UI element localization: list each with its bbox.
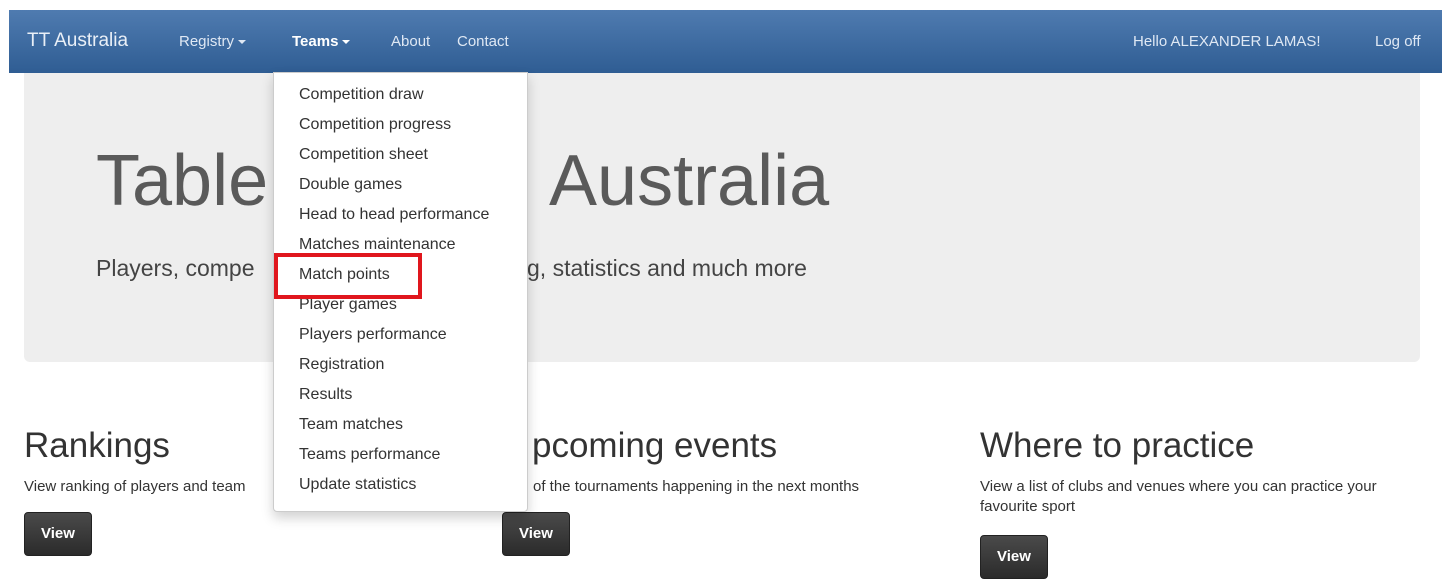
brand-link[interactable]: TT Australia xyxy=(27,9,128,72)
caret-down-icon xyxy=(342,40,351,45)
jumbotron-subtitle-right: g, statistics and much more xyxy=(527,255,807,281)
menu-item-head-to-head[interactable]: Head to head performance xyxy=(299,201,489,229)
menu-item-player-games[interactable]: Player games xyxy=(299,291,397,319)
caret-down-icon xyxy=(238,40,247,45)
rankings-title: Rankings xyxy=(24,426,170,465)
menu-item-double-games[interactable]: Double games xyxy=(299,171,402,199)
menu-item-competition-sheet[interactable]: Competition sheet xyxy=(299,141,428,169)
jumbotron-title-left: Table xyxy=(96,141,269,221)
jumbotron-title-right: Australia xyxy=(549,141,830,221)
menu-item-players-performance[interactable]: Players performance xyxy=(299,321,447,349)
user-greeting[interactable]: Hello ALEXANDER LAMAS! xyxy=(1133,10,1321,73)
rankings-view-button[interactable]: View xyxy=(24,512,92,556)
jumbotron-subtitle-left: Players, compe xyxy=(96,255,255,281)
where-to-practice-title: Where to practice xyxy=(980,426,1255,465)
upcoming-events-text: of the tournaments happening in the next… xyxy=(533,478,860,495)
nav-teams-label: Teams xyxy=(292,33,339,50)
menu-item-competition-progress[interactable]: Competition progress xyxy=(299,111,451,139)
menu-item-teams-performance[interactable]: Teams performance xyxy=(299,441,440,469)
navbar: TT Australia Registry Teams About Contac… xyxy=(9,10,1442,73)
menu-item-matches-maintenance[interactable]: Matches maintenance xyxy=(299,231,456,259)
menu-item-competition-draw[interactable]: Competition draw xyxy=(299,81,424,109)
menu-item-registration[interactable]: Registration xyxy=(299,351,384,379)
menu-item-match-points[interactable]: Match points xyxy=(299,261,390,289)
where-to-practice-text: View a list of clubs and venues where yo… xyxy=(980,478,1377,515)
jumbotron-title: Table Australia xyxy=(96,145,829,217)
page: TT Australia Registry Teams About Contac… xyxy=(0,0,1442,579)
nav-registry[interactable]: Registry xyxy=(179,10,247,73)
logoff-link[interactable]: Log off xyxy=(1375,10,1421,73)
teams-dropdown-menu: Competition draw Competition progress Co… xyxy=(273,72,528,512)
upcoming-events-title: pcoming events xyxy=(532,426,778,465)
menu-item-results[interactable]: Results xyxy=(299,381,352,409)
nav-about[interactable]: About xyxy=(391,10,430,73)
where-to-practice-view-button[interactable]: View xyxy=(980,535,1048,579)
menu-item-update-statistics[interactable]: Update statistics xyxy=(299,471,416,499)
nav-teams[interactable]: Teams xyxy=(292,10,351,73)
jumbotron-subtitle: Players, compe g, statistics and much mo… xyxy=(96,255,807,282)
rankings-text: View ranking of players and team xyxy=(24,478,246,495)
upcoming-events-view-button[interactable]: View xyxy=(502,512,570,556)
nav-registry-label: Registry xyxy=(179,33,235,50)
menu-item-team-matches[interactable]: Team matches xyxy=(299,411,403,439)
nav-contact[interactable]: Contact xyxy=(457,10,509,73)
